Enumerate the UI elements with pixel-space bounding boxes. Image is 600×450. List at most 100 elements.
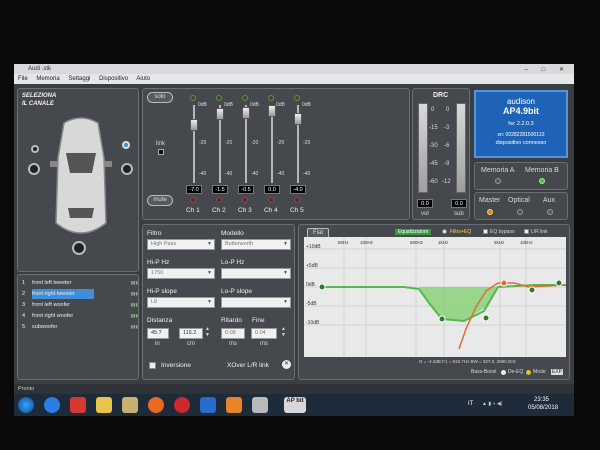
- source-aux-led[interactable]: [547, 209, 553, 215]
- fader-knob-ch1[interactable]: [190, 119, 198, 132]
- link-checkbox[interactable]: [158, 149, 164, 155]
- eq-tab[interactable]: Equalizzatore: [395, 229, 432, 235]
- firefox-icon[interactable]: [148, 397, 164, 413]
- channel-row-1[interactable]: 1 front left tweeter ▮▮▮: [22, 278, 142, 288]
- fine-stepper-icon[interactable]: ▲ ▼: [281, 326, 286, 338]
- app-tile-icon[interactable]: [252, 397, 268, 413]
- memoria-a-label[interactable]: Memoria A: [481, 167, 514, 174]
- channel-row-3[interactable]: 3 front left woofer ▮▮▮: [22, 300, 142, 310]
- hp-hz-select[interactable]: 1750 ▼: [147, 268, 215, 279]
- de-eq-label[interactable]: De-EQ: [508, 369, 523, 375]
- source-optical-led[interactable]: [517, 209, 523, 215]
- woofer-right-icon[interactable]: [121, 163, 133, 175]
- xover-link-toggle-icon[interactable]: ✕: [282, 360, 291, 369]
- clock-time[interactable]: 23:35: [534, 397, 549, 403]
- eq-bypass-checkbox[interactable]: [483, 229, 488, 234]
- speaker-front-left-icon[interactable]: [31, 145, 39, 153]
- distanza-in-input[interactable]: 45.7: [147, 328, 169, 339]
- source-master-label[interactable]: Master: [479, 197, 500, 204]
- solo-button[interactable]: solo: [147, 92, 173, 103]
- mode-led[interactable]: [526, 370, 531, 375]
- app-red-icon[interactable]: [174, 397, 190, 413]
- eq-x-label: 500Hz: [410, 240, 424, 245]
- lp-slope-select[interactable]: ▼: [221, 297, 291, 308]
- solo-led-ch3[interactable]: [242, 95, 248, 101]
- mode-label[interactable]: Mode: [533, 369, 546, 375]
- menu-aiuto[interactable]: Aiuto: [136, 76, 150, 82]
- distanza-cm-input[interactable]: 116.2: [179, 328, 203, 339]
- vol-value[interactable]: 0.0: [417, 199, 433, 208]
- fader-scale-40-ch1: -40: [199, 171, 207, 178]
- memoria-b-label[interactable]: Memoria B: [525, 167, 559, 174]
- filter-eq-radio[interactable]: [442, 229, 447, 234]
- fader-knob-ch2[interactable]: [216, 108, 224, 121]
- file-explorer-icon[interactable]: [96, 397, 112, 413]
- fader-knob-ch5[interactable]: [294, 112, 302, 125]
- gain-value-ch4[interactable]: 0.0: [264, 185, 280, 194]
- gain-value-ch3[interactable]: -0.5: [238, 185, 254, 194]
- gain-value-ch5[interactable]: -4.0: [290, 185, 306, 194]
- modello-select[interactable]: Butterworth ▼: [221, 239, 291, 250]
- memoria-a-led[interactable]: [495, 178, 501, 184]
- solo-led-ch4[interactable]: [268, 95, 274, 101]
- exp-label[interactable]: EXP: [551, 369, 564, 375]
- filter-panel: Filtro High Pass ▼ Modello Butterworth ▼ H…: [142, 224, 295, 380]
- subwoofer-icon[interactable]: [72, 241, 86, 255]
- channel-row-4[interactable]: 4 front right woofer ▮▮▮: [22, 311, 142, 321]
- channel-name: front right woofer: [32, 313, 74, 319]
- mute-led-ch1[interactable]: [190, 197, 196, 203]
- link-label: link: [156, 141, 166, 147]
- menu-memoria[interactable]: Memoria: [36, 76, 59, 82]
- channel-row-2[interactable]: 2 front right tweeter ▮▮▮: [22, 289, 142, 299]
- speaker-front-right-icon[interactable]: [122, 141, 130, 149]
- ritardo-input[interactable]: 0.08: [221, 328, 245, 339]
- mute-led-ch5[interactable]: [294, 197, 300, 203]
- gain-value-ch1[interactable]: -7.0: [186, 185, 202, 194]
- inversione-checkbox[interactable]: [149, 362, 156, 369]
- de-eq-led[interactable]: [501, 370, 506, 375]
- app-orange-icon[interactable]: [226, 397, 242, 413]
- sub-slider[interactable]: [456, 103, 466, 193]
- sub-value[interactable]: 0.0: [451, 199, 467, 208]
- mute-button[interactable]: mute: [147, 195, 173, 206]
- source-optical-label[interactable]: Optical: [508, 197, 530, 204]
- lp-hz-select[interactable]: ▼: [221, 268, 291, 279]
- fader-scale-0db-ch4: 0dB: [276, 102, 285, 108]
- memoria-b-led[interactable]: [539, 178, 545, 184]
- tray-icons[interactable]: ▲ ▮ ◖ ◀): [482, 401, 502, 407]
- solo-led-ch2[interactable]: [216, 95, 222, 101]
- internet-explorer-icon[interactable]: [44, 397, 60, 413]
- solo-led-ch1[interactable]: [190, 95, 196, 101]
- channel-row-5[interactable]: 5 subwoofer ▮▮▮: [22, 322, 142, 332]
- menu-file[interactable]: File: [18, 76, 28, 82]
- fader-knob-ch3[interactable]: [242, 106, 250, 119]
- distanza-stepper-icon[interactable]: ▲ ▼: [205, 326, 210, 338]
- app-blue-icon[interactable]: [200, 397, 216, 413]
- mute-led-ch3[interactable]: [242, 197, 248, 203]
- gain-value-ch2[interactable]: -1.5: [212, 185, 228, 194]
- eq-graph[interactable]: +10dB +5dB 0dB -5dB -10dB 50Hz 100Hz 500Hz 1kHz 5…: [304, 237, 566, 357]
- bass-boost-label[interactable]: Bass-Boost: [471, 369, 497, 375]
- vol-slider[interactable]: [418, 103, 428, 193]
- fader-knob-ch4[interactable]: [268, 105, 276, 117]
- hp-slope-select[interactable]: L8 ▼: [147, 297, 215, 308]
- mute-led-ch2[interactable]: [216, 197, 222, 203]
- solo-led-ch5[interactable]: [294, 95, 300, 101]
- channel-indicator-icon: ▮▮▮: [130, 280, 138, 285]
- eq-x-label: 10kHz: [520, 240, 534, 245]
- filtro-select[interactable]: High Pass ▼: [147, 239, 215, 250]
- source-aux-label[interactable]: Aux: [543, 197, 555, 204]
- fine-input[interactable]: 0.04: [251, 328, 277, 339]
- woofer-left-icon[interactable]: [28, 163, 40, 175]
- media-player-icon[interactable]: [70, 397, 86, 413]
- clock-date[interactable]: 05/08/2018: [528, 405, 558, 411]
- notes-app-icon[interactable]: [122, 397, 138, 413]
- menu-settaggi[interactable]: Settaggi: [68, 76, 90, 82]
- lr-link-checkbox[interactable]: [524, 229, 529, 234]
- menu-dispositivo[interactable]: Dispositivo: [99, 76, 128, 82]
- language-indicator[interactable]: IT: [468, 401, 473, 407]
- ap-bit-taskbar-button[interactable]: AP bit: [284, 397, 306, 413]
- windows-start-icon[interactable]: [18, 397, 34, 413]
- source-master-led[interactable]: [487, 209, 493, 215]
- mute-led-ch4[interactable]: [268, 197, 274, 203]
